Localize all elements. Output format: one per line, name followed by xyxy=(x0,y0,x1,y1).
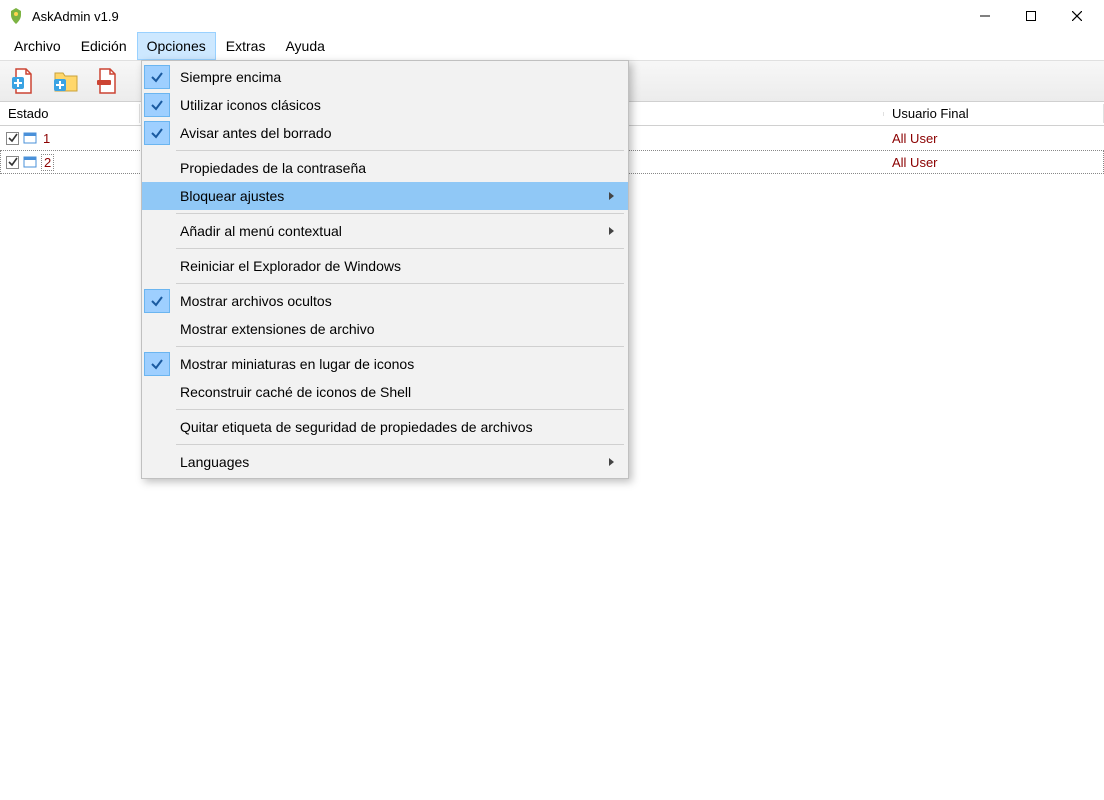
menu-gutter xyxy=(142,252,172,280)
menu-item-label: Reconstruir caché de iconos de Shell xyxy=(172,384,604,400)
close-button[interactable] xyxy=(1054,0,1100,32)
page-icon xyxy=(23,155,37,169)
menu-item[interactable]: Añadir al menú contextual xyxy=(142,217,628,245)
remove-button[interactable] xyxy=(90,63,126,99)
menu-item-label: Añadir al menú contextual xyxy=(172,223,604,239)
menu-item-label: Avisar antes del borrado xyxy=(172,125,604,141)
chevron-right-icon xyxy=(604,455,620,470)
menu-item-label: Siempre encima xyxy=(172,69,604,85)
minimize-button[interactable] xyxy=(962,0,1008,32)
menu-item[interactable]: Quitar etiqueta de seguridad de propieda… xyxy=(142,413,628,441)
row-checkbox[interactable] xyxy=(6,132,19,145)
check-icon xyxy=(144,352,170,376)
menu-item[interactable]: Propiedades de la contraseña xyxy=(142,154,628,182)
menu-archivo[interactable]: Archivo xyxy=(4,32,71,60)
row-checkbox[interactable] xyxy=(6,156,19,169)
menu-item[interactable]: Mostrar archivos ocultos xyxy=(142,287,628,315)
menu-separator xyxy=(176,213,624,214)
maximize-button[interactable] xyxy=(1008,0,1054,32)
menu-item-label: Propiedades de la contraseña xyxy=(172,160,604,176)
menu-separator xyxy=(176,346,624,347)
check-icon xyxy=(144,65,170,89)
page-icon xyxy=(23,131,37,145)
row-user: All User xyxy=(884,155,1104,170)
col-header-usuario[interactable]: Usuario Final xyxy=(884,104,1104,123)
menu-item[interactable]: Reconstruir caché de iconos de Shell xyxy=(142,378,628,406)
menubar: Archivo Edición Opciones Extras Ayuda xyxy=(0,32,1104,60)
menu-gutter xyxy=(142,413,172,441)
menu-opciones[interactable]: Opciones xyxy=(137,32,216,60)
menu-gutter xyxy=(142,182,172,210)
menu-item-label: Utilizar iconos clásicos xyxy=(172,97,604,113)
menu-item[interactable]: Languages xyxy=(142,448,628,476)
menu-item[interactable]: Reiniciar el Explorador de Windows xyxy=(142,252,628,280)
menu-separator xyxy=(176,444,624,445)
menu-item-label: Mostrar miniaturas en lugar de iconos xyxy=(172,356,604,372)
menu-item-label: Mostrar archivos ocultos xyxy=(172,293,604,309)
titlebar: AskAdmin v1.9 xyxy=(0,0,1104,32)
menu-item[interactable]: Mostrar miniaturas en lugar de iconos xyxy=(142,350,628,378)
menu-gutter xyxy=(142,315,172,343)
chevron-right-icon xyxy=(604,189,620,204)
menu-gutter xyxy=(142,217,172,245)
check-icon xyxy=(144,289,170,313)
opciones-dropdown: Siempre encima Utilizar iconos clásicos Av… xyxy=(141,60,629,479)
menu-item[interactable]: Utilizar iconos clásicos xyxy=(142,91,628,119)
menu-extras[interactable]: Extras xyxy=(216,32,276,60)
menu-item[interactable]: Siempre encima xyxy=(142,63,628,91)
menu-gutter xyxy=(142,448,172,476)
menu-gutter xyxy=(142,378,172,406)
add-folder-button[interactable] xyxy=(48,63,84,99)
menu-item-label: Quitar etiqueta de seguridad de propieda… xyxy=(172,419,604,435)
chevron-right-icon xyxy=(604,224,620,239)
menu-ayuda[interactable]: Ayuda xyxy=(275,32,334,60)
app-icon xyxy=(8,8,24,24)
menu-separator xyxy=(176,283,624,284)
menu-separator xyxy=(176,248,624,249)
menu-item[interactable]: Mostrar extensiones de archivo xyxy=(142,315,628,343)
window-title: AskAdmin v1.9 xyxy=(32,9,119,24)
row-user: All User xyxy=(884,131,1104,146)
row-number: 1 xyxy=(41,131,52,146)
menu-separator xyxy=(176,150,624,151)
row-number: 2 xyxy=(41,154,54,171)
menu-item[interactable]: Bloquear ajustes xyxy=(142,182,628,210)
col-header-estado[interactable]: Estado xyxy=(0,104,140,123)
check-icon xyxy=(144,93,170,117)
menu-separator xyxy=(176,409,624,410)
menu-item-label: Languages xyxy=(172,454,604,470)
add-file-button[interactable] xyxy=(6,63,42,99)
menu-item-label: Reiniciar el Explorador de Windows xyxy=(172,258,604,274)
menu-item-label: Bloquear ajustes xyxy=(172,188,604,204)
menu-gutter xyxy=(142,154,172,182)
menu-item[interactable]: Avisar antes del borrado xyxy=(142,119,628,147)
menu-edicion[interactable]: Edición xyxy=(71,32,137,60)
check-icon xyxy=(144,121,170,145)
menu-item-label: Mostrar extensiones de archivo xyxy=(172,321,604,337)
